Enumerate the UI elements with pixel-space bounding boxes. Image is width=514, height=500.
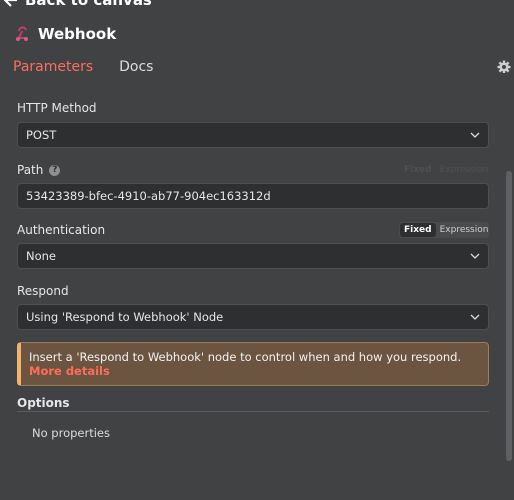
- authentication-label-text: Authentication: [17, 223, 106, 237]
- node-title-row: Webhook: [14, 25, 116, 43]
- scrollbar[interactable]: [504, 73, 514, 489]
- path-label-text: Path: [17, 163, 44, 177]
- no-properties-text: No properties: [32, 426, 110, 440]
- path-input[interactable]: 53423389-bfec-4910-ab77-904ec163312d: [17, 183, 489, 209]
- path-value: 53423389-bfec-4910-ab77-904ec163312d: [26, 189, 271, 203]
- back-to-canvas-link[interactable]: Back to canvas: [4, 0, 152, 9]
- authentication-fixed-option[interactable]: Fixed: [400, 223, 436, 237]
- respond-notice: Insert a 'Respond to Webhook' node to co…: [17, 342, 489, 386]
- respond-value: Using 'Respond to Webhook' Node: [26, 310, 224, 324]
- options-label-text: Options: [17, 396, 70, 410]
- path-expression-option[interactable]: Expression: [436, 163, 493, 177]
- path-label: Path ?: [17, 163, 61, 177]
- http-method-value: POST: [26, 128, 57, 142]
- authentication-value: None: [26, 249, 57, 263]
- chevron-down-icon: [470, 314, 480, 320]
- authentication-expression-option[interactable]: Expression: [436, 223, 493, 237]
- authentication-mode-toggle[interactable]: Fixed Expression: [399, 222, 489, 238]
- authentication-select[interactable]: None: [17, 243, 489, 269]
- chevron-down-icon: [470, 132, 480, 138]
- arrow-left-icon: [4, 0, 17, 7]
- top-bar: Back to canvas: [0, 0, 514, 11]
- gear-icon[interactable]: [497, 60, 511, 74]
- path-fixed-option[interactable]: Fixed: [400, 163, 436, 177]
- respond-select[interactable]: Using 'Respond to Webhook' Node: [17, 304, 489, 330]
- respond-label: Respond: [17, 284, 69, 298]
- more-details-link[interactable]: More details: [29, 364, 110, 378]
- webhook-icon: [16, 26, 28, 41]
- http-method-select[interactable]: POST: [17, 122, 489, 148]
- help-icon[interactable]: ?: [49, 164, 61, 176]
- parameters-content: HTTP Method POST Path ? Fixed Expression…: [0, 73, 504, 489]
- authentication-label: Authentication: [17, 223, 105, 237]
- options-label: Options: [17, 396, 70, 410]
- respond-label-text: Respond: [17, 284, 69, 298]
- http-method-label: HTTP Method: [17, 101, 97, 115]
- options-divider: [17, 411, 489, 412]
- back-label: Back to canvas: [25, 0, 152, 9]
- path-mode-toggle[interactable]: Fixed Expression: [399, 162, 489, 178]
- node-title[interactable]: Webhook: [38, 25, 116, 43]
- http-method-label-text: HTTP Method: [17, 101, 97, 115]
- notice-text: Insert a 'Respond to Webhook' node to co…: [29, 350, 462, 364]
- chevron-down-icon: [470, 253, 480, 259]
- scrollbar-thumb[interactable]: [506, 171, 512, 461]
